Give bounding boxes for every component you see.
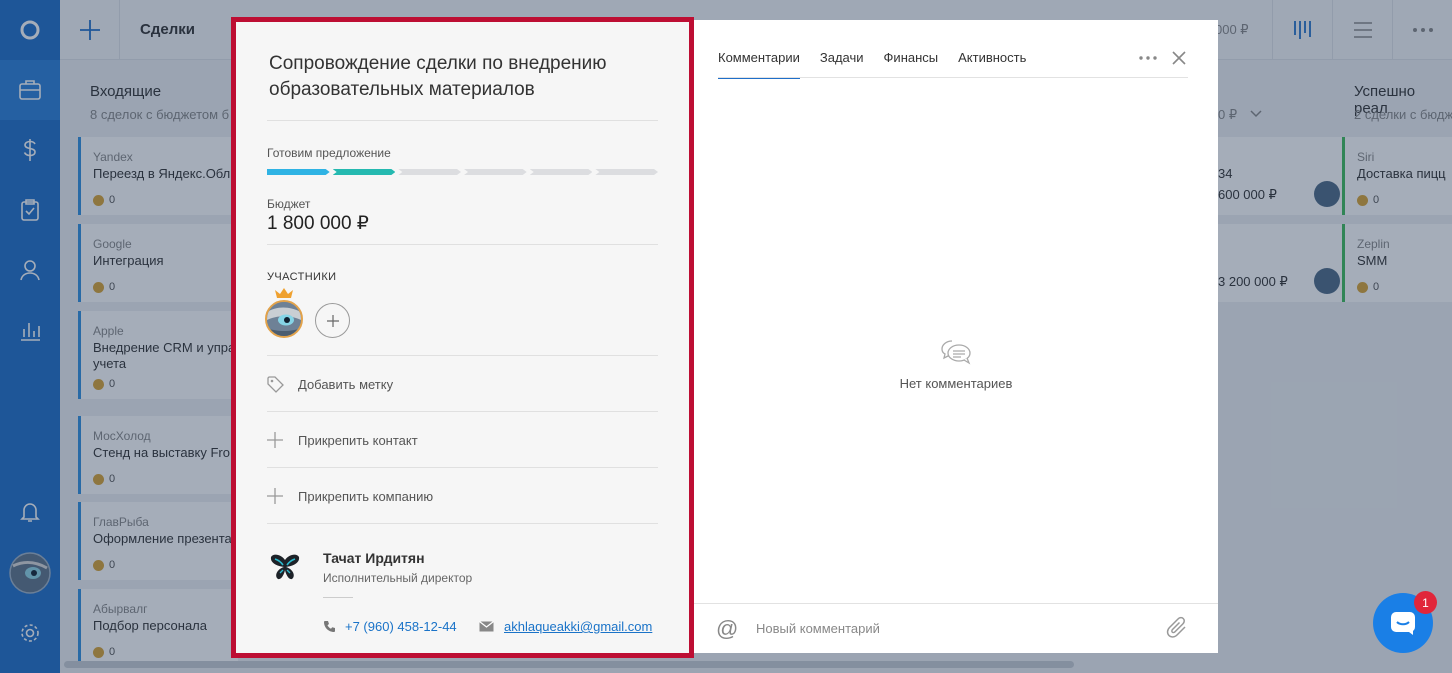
stage-progress[interactable] [267,169,658,175]
comment-input[interactable] [756,617,1146,639]
butterfly-icon [270,554,300,580]
participant-avatar[interactable] [265,300,303,338]
tab-activity[interactable]: Активность [958,50,1026,79]
chat-icon [1391,612,1415,635]
stage-label: Готовим предложение [267,146,391,160]
contact-phone-link[interactable]: +7 (960) 458-12-44 [323,619,457,634]
close-icon [1172,51,1186,65]
participants-label: УЧАСТНИКИ [267,271,337,283]
close-button[interactable] [1170,49,1188,67]
empty-comments-text: Нет комментариев [899,376,1013,391]
attach-company-button[interactable]: Прикрепить компанию [267,486,658,506]
more-icon [1139,56,1157,60]
phone-icon [324,621,335,632]
add-tag-button[interactable]: Добавить метку [267,374,658,394]
more-options-button[interactable] [1138,50,1158,66]
contact-role: Исполнительный директор [323,571,473,585]
plus-icon [326,314,339,327]
attach-contact-button[interactable]: Прикрепить контакт [267,430,658,450]
stage-segment[interactable] [333,169,396,175]
tag-icon [267,375,298,393]
add-participant-button[interactable] [315,303,350,338]
tab-tasks[interactable]: Задачи [820,50,864,79]
tab-comments[interactable]: Комментарии [718,50,800,79]
notification-badge: 1 [1414,591,1437,614]
paperclip-icon[interactable] [1166,616,1188,640]
comments-icon [941,340,971,365]
contact-email-link[interactable]: akhlaqueakki@gmail.com [479,619,652,634]
comment-composer: @ [694,603,1218,653]
budget-value[interactable]: 1 800 000 ₽ [267,212,369,235]
empty-comments-state: Нет комментариев [694,338,1218,391]
stage-segment[interactable] [464,169,527,175]
budget-label: Бюджет [267,197,311,211]
stage-segment[interactable] [595,169,658,175]
plus-icon [267,488,298,504]
stage-segment[interactable] [530,169,593,175]
tab-bar: Комментарии Задачи Финансы Активность [718,50,1026,79]
contact-name[interactable]: Тачат Ирдитян [323,550,425,566]
tab-finance[interactable]: Финансы [884,50,939,79]
deal-details-panel: Сопровождение сделки по внедрению образо… [231,17,694,658]
stage-segment[interactable] [398,169,461,175]
deal-title[interactable]: Сопровождение сделки по внедрению образо… [269,51,659,103]
plus-icon [267,432,298,448]
stage-segment[interactable] [267,169,330,175]
mail-icon [479,621,494,632]
mention-icon[interactable]: @ [716,616,738,642]
crown-icon [275,288,293,298]
deal-activity-panel: Комментарии Задачи Финансы Активность Не… [694,20,1218,653]
